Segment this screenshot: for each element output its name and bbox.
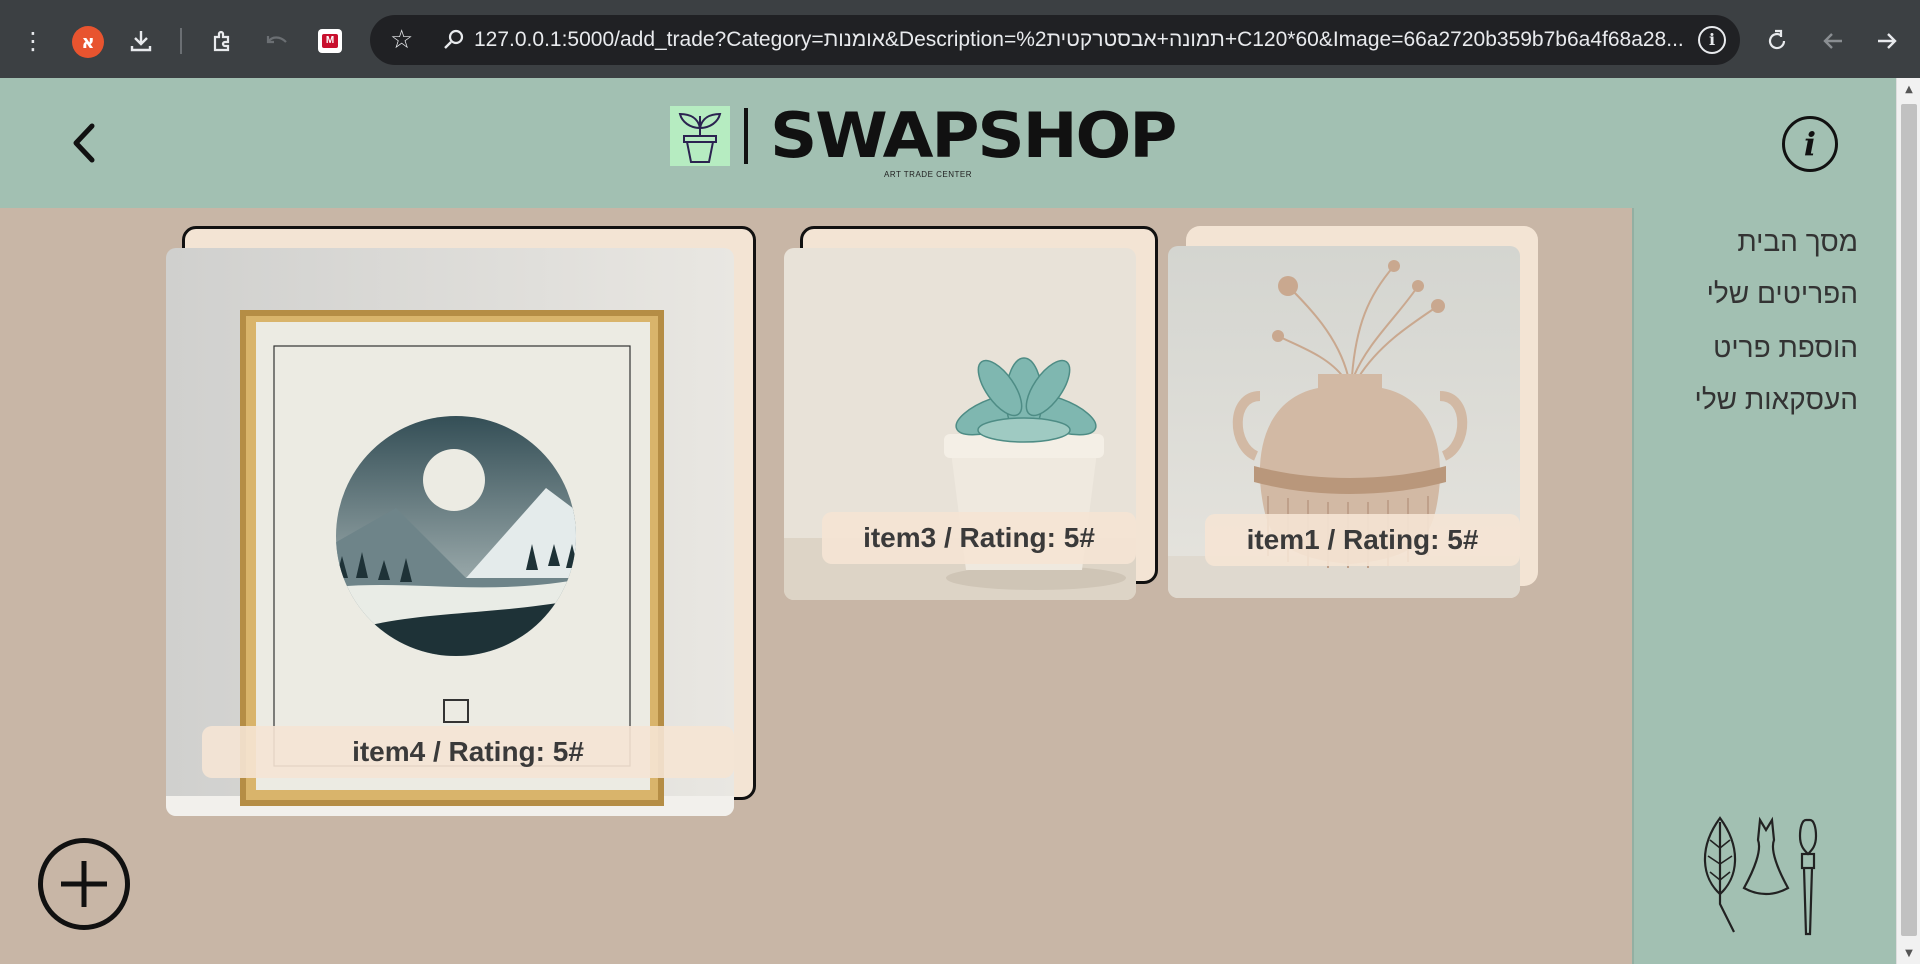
undo-icon[interactable]: [260, 24, 294, 58]
extension-shield-icon[interactable]: M: [318, 29, 342, 53]
profile-avatar[interactable]: א: [72, 26, 104, 58]
reload-icon[interactable]: [1760, 24, 1794, 58]
url-text[interactable]: 127.0.0.1:5000/add_trade?Category=אומנות…: [474, 28, 1684, 52]
scroll-up-icon[interactable]: ▲: [1901, 84, 1917, 95]
site-logo[interactable]: SWAPSHOP ART TRADE CENTER: [670, 105, 1177, 182]
bookmark-star-icon[interactable]: ☆: [390, 25, 413, 55]
back-arrow-icon[interactable]: [1816, 24, 1850, 58]
sidebar-nav: מסך הבית הפריטים שלי הוספת פריט העסקאות …: [1632, 208, 1896, 964]
sidebar-item-add-item[interactable]: הוספת פריט: [1713, 332, 1858, 364]
leaf-dress-brush-illustration: [1698, 808, 1848, 938]
forward-arrow-icon[interactable]: [1870, 24, 1904, 58]
add-item-button[interactable]: [38, 838, 130, 930]
logo-subtitle: ART TRADE CENTER: [884, 170, 973, 179]
scroll-down-icon[interactable]: ▼: [1901, 948, 1917, 959]
extensions-icon[interactable]: [206, 24, 240, 58]
page-scrollbar[interactable]: ▲ ▼: [1896, 78, 1920, 964]
card-label-item3: item3 / Rating: 5#: [822, 512, 1136, 564]
toolbar-divider: [180, 28, 182, 54]
chevron-left-icon: [73, 123, 95, 163]
info-icon: i: [1803, 125, 1817, 163]
download-icon[interactable]: [124, 24, 158, 58]
plant-pot-icon: [670, 106, 730, 166]
logo-wordmark: SWAPSHOP: [770, 99, 1177, 172]
back-button[interactable]: [60, 118, 110, 168]
site-search-icon[interactable]: [442, 27, 466, 57]
card-label-item4: item4 / Rating: 5#: [202, 726, 734, 778]
address-bar[interactable]: ☆ 127.0.0.1:5000/add_trade?Category=אומנ…: [370, 15, 1740, 65]
browser-toolbar: ⋮ א M ☆ 127.0.0.1:5000/add_trade?Categor…: [0, 0, 1920, 78]
scrollbar-thumb[interactable]: [1901, 104, 1917, 936]
page-info-icon[interactable]: i: [1698, 26, 1726, 54]
kebab-menu-icon[interactable]: ⋮: [16, 24, 50, 58]
info-button[interactable]: i: [1782, 116, 1838, 172]
site-header: SWAPSHOP ART TRADE CENTER i: [0, 78, 1896, 208]
sidebar-item-my-items[interactable]: הפריטים שלי: [1707, 278, 1858, 310]
logo-divider: [744, 108, 748, 164]
card-label-item1: item1 / Rating: 5#: [1205, 514, 1520, 566]
sidebar-item-my-trades[interactable]: העסקאות שלי: [1695, 384, 1858, 416]
sidebar-item-home[interactable]: מסך הבית: [1737, 226, 1858, 258]
